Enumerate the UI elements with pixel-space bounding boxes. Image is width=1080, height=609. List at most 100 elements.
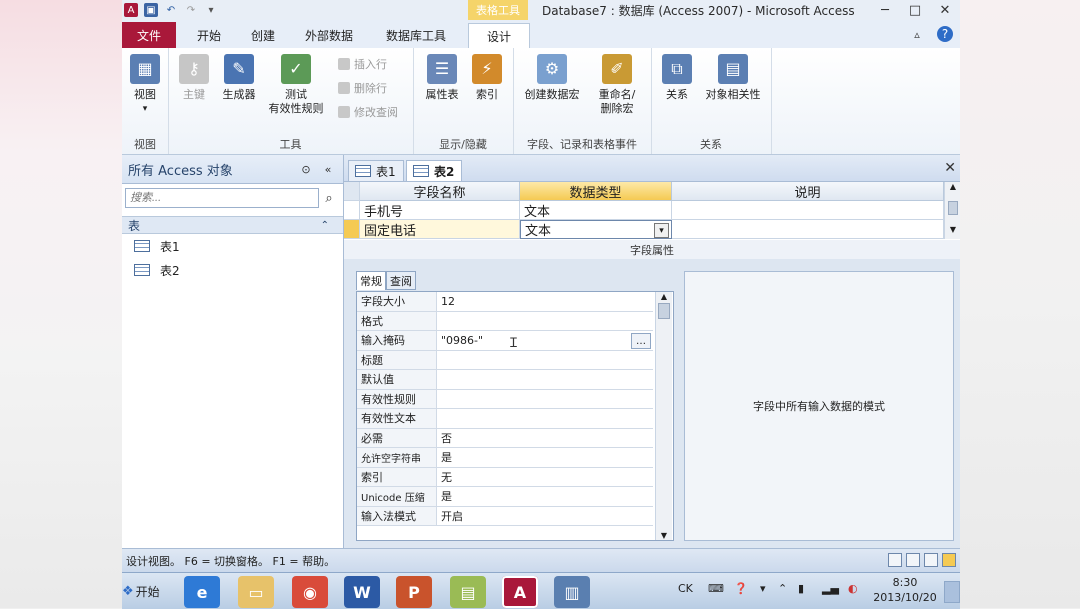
access-taskbar-icon[interactable]: A: [502, 576, 538, 608]
prop-value[interactable]: 开启: [437, 508, 463, 524]
chevron-down-icon[interactable]: ▾: [204, 3, 218, 17]
show-hidden-icons[interactable]: ⌃: [778, 582, 787, 595]
prop-row[interactable]: 索引无: [357, 467, 653, 487]
chrome-taskbar-icon[interactable]: ◉: [292, 576, 328, 608]
scroll-down-icon[interactable]: ▼: [656, 531, 672, 540]
minimize-button[interactable]: ─: [870, 0, 900, 20]
minimize-ribbon-icon[interactable]: ▵: [902, 24, 932, 44]
rename-delete-macro-button[interactable]: ✐ 重命名/ 删除宏: [587, 54, 647, 116]
close-document-icon[interactable]: ✕: [944, 160, 956, 176]
onenote-taskbar-icon[interactable]: ▤: [450, 576, 486, 608]
doc-tab-table2[interactable]: 表2: [406, 160, 462, 181]
word-taskbar-icon[interactable]: W: [344, 576, 380, 608]
view-button[interactable]: ▦ 视图 ▾: [128, 54, 162, 116]
row-selector[interactable]: [344, 201, 360, 220]
property-sheet-button[interactable]: ☰ 属性表: [421, 54, 463, 102]
scroll-down-icon[interactable]: ▼: [945, 225, 960, 234]
chevron-down-icon[interactable]: ⊙: [298, 161, 314, 177]
network-icon[interactable]: ▮: [798, 582, 804, 595]
prop-value[interactable]: 12: [437, 295, 455, 308]
tab-file[interactable]: 文件: [122, 22, 176, 48]
prop-row[interactable]: Unicode 压缩是: [357, 487, 653, 507]
prop-row[interactable]: 默认值: [357, 370, 653, 390]
nav-search-input[interactable]: [125, 188, 319, 208]
volume-icon[interactable]: ◐: [848, 582, 858, 595]
nav-item-table1[interactable]: 表1: [134, 236, 180, 256]
description-cell[interactable]: [672, 220, 944, 239]
chevron-up-icon[interactable]: ⌃: [321, 220, 329, 231]
data-type-cell[interactable]: 文本: [520, 201, 672, 220]
tab-create[interactable]: 创建: [238, 24, 288, 46]
tab-home[interactable]: 开始: [184, 24, 234, 46]
prop-row[interactable]: 格式: [357, 311, 653, 331]
scroll-up-icon[interactable]: ▲: [945, 182, 960, 191]
save-icon[interactable]: ▣: [144, 3, 158, 17]
keyboard-icon[interactable]: ⌨: [708, 582, 724, 595]
computer-taskbar-icon[interactable]: ▥: [554, 576, 590, 608]
field-name-cell[interactable]: 固定电话: [360, 220, 520, 239]
input-mask-field[interactable]: "0986-": [437, 334, 483, 347]
collapse-pane-icon[interactable]: «: [320, 161, 336, 177]
create-data-macro-button[interactable]: ⚙ 创建数据宏: [519, 54, 585, 102]
prop-row[interactable]: 输入法模式 开启: [357, 506, 653, 526]
prop-row[interactable]: 有效性规则: [357, 389, 653, 409]
prop-value[interactable]: 无: [437, 469, 452, 485]
design-view-icon[interactable]: [942, 553, 956, 567]
ellipsis-builder-button[interactable]: …: [631, 333, 651, 349]
primary-key-button[interactable]: ⚷ 主键: [178, 54, 210, 102]
nav-section-tables[interactable]: 表 ⌃: [122, 216, 343, 234]
prop-row[interactable]: 允许空字符串是: [357, 448, 653, 468]
tab-external-data[interactable]: 外部数据: [294, 24, 364, 46]
tab-lookup[interactable]: 查阅: [386, 271, 416, 290]
pivot-chart-icon[interactable]: [924, 553, 938, 567]
field-name-cell[interactable]: 手机号: [360, 201, 520, 220]
help-icon[interactable]: ?: [930, 24, 960, 44]
menu-icon[interactable]: ▾: [760, 582, 766, 595]
prop-value[interactable]: 否: [437, 430, 452, 446]
object-dependencies-button[interactable]: ▤ 对象相关性: [699, 54, 767, 102]
scroll-thumb[interactable]: [658, 303, 670, 319]
prop-value[interactable]: 是: [437, 449, 452, 465]
relationships-button[interactable]: ⧉ 关系: [657, 54, 697, 102]
help-icon[interactable]: ❓: [734, 582, 748, 595]
insert-row-button[interactable]: 插入行: [338, 56, 387, 72]
tab-database-tools[interactable]: 数据库工具: [374, 24, 458, 46]
prop-value[interactable]: 是: [437, 488, 452, 504]
prop-row[interactable]: 标题: [357, 350, 653, 370]
indexes-button[interactable]: ⚡ 索引: [469, 54, 505, 102]
redo-icon[interactable]: ↷: [184, 3, 198, 17]
doc-tab-table1[interactable]: 表1: [348, 160, 404, 181]
modify-lookup-button[interactable]: 修改查阅: [338, 104, 398, 120]
explorer-taskbar-icon[interactable]: ▭: [238, 576, 274, 608]
prop-row[interactable]: 有效性文本: [357, 409, 653, 429]
prop-row[interactable]: 必需否: [357, 428, 653, 448]
test-validation-button[interactable]: ✓ 测试 有效性规则: [264, 54, 328, 116]
input-method-indicator[interactable]: CK: [678, 582, 693, 595]
ie-taskbar-icon[interactable]: e: [184, 576, 220, 608]
maximize-button[interactable]: □: [900, 0, 930, 20]
signal-icon[interactable]: ▂▄: [822, 582, 839, 595]
nav-header[interactable]: 所有 Access 对象 ⊙ «: [122, 155, 343, 184]
chevron-down-icon[interactable]: ▾: [654, 223, 669, 238]
data-type-cell[interactable]: 文本 ▾: [520, 220, 672, 239]
close-button[interactable]: ✕: [930, 0, 960, 20]
row-selector-current[interactable]: [344, 220, 360, 239]
start-button[interactable]: ❖ 开始: [122, 583, 160, 600]
nav-item-table2[interactable]: 表2: [134, 260, 180, 280]
undo-icon[interactable]: ↶: [164, 3, 178, 17]
show-desktop-button[interactable]: [944, 581, 960, 603]
properties-scrollbar[interactable]: ▲ ▼: [655, 292, 672, 540]
datasheet-view-icon[interactable]: [888, 553, 902, 567]
prop-row-input-mask[interactable]: 输入掩码 "0986-" Ｉ …: [357, 331, 653, 351]
description-cell[interactable]: [672, 201, 944, 220]
tab-general[interactable]: 常规: [356, 271, 386, 290]
tab-design[interactable]: 设计: [468, 23, 530, 49]
search-icon[interactable]: ⌕: [320, 188, 338, 208]
scroll-up-icon[interactable]: ▲: [656, 292, 672, 301]
delete-row-button[interactable]: 删除行: [338, 80, 387, 96]
powerpoint-taskbar-icon[interactable]: P: [396, 576, 432, 608]
clock[interactable]: 8:30 2013/10/20: [870, 575, 940, 605]
scroll-thumb[interactable]: [948, 201, 958, 215]
builder-button[interactable]: ✎ 生成器: [218, 54, 260, 102]
grid-scrollbar[interactable]: ▲ ▼: [944, 182, 960, 239]
